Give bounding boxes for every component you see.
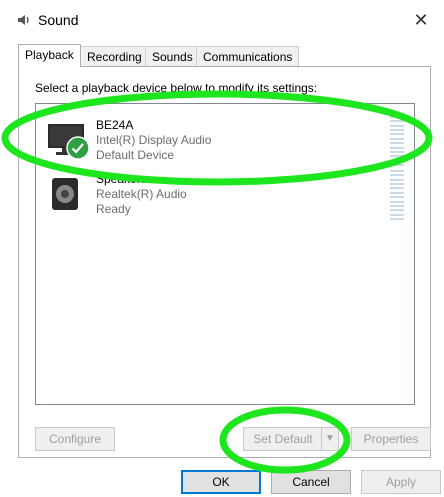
device-status: Default Device xyxy=(96,148,175,162)
tab-communications[interactable]: Communications xyxy=(196,46,300,67)
device-list[interactable]: BE24A Intel(R) Display Audio Default Dev… xyxy=(35,103,415,405)
properties-button[interactable]: Properties xyxy=(351,427,431,451)
chevron-down-icon[interactable]: ▼ xyxy=(321,428,338,450)
tab-playback[interactable]: Playback xyxy=(18,44,81,67)
cancel-button[interactable]: Cancel xyxy=(271,470,351,494)
list-item[interactable]: BE24A Intel(R) Display Audio Default Dev… xyxy=(36,114,414,168)
device-status: Ready xyxy=(96,202,131,216)
volume-meter xyxy=(390,116,404,166)
device-name: BE24A xyxy=(96,118,134,132)
device-name: Speakers xyxy=(96,172,147,186)
speaker-icon xyxy=(18,15,29,25)
set-default-label: Set Default xyxy=(253,432,313,446)
tab-recording[interactable]: Recording xyxy=(80,46,149,67)
device-driver: Realtek(R) Audio xyxy=(96,187,187,201)
window-title: Sound xyxy=(38,12,79,28)
cancel-label: Cancel xyxy=(292,475,330,489)
playback-panel: Select a playback device below to modify… xyxy=(18,66,431,458)
tab-sounds[interactable]: Sounds xyxy=(145,46,200,67)
ok-button[interactable]: OK xyxy=(181,470,261,494)
configure-label: Configure xyxy=(48,432,102,446)
speaker-icon xyxy=(52,178,78,210)
check-badge-icon xyxy=(66,136,90,160)
set-default-button[interactable]: Set Default ▼ xyxy=(243,427,339,451)
device-driver: Intel(R) Display Audio xyxy=(96,133,212,147)
list-item[interactable]: Speakers Realtek(R) Audio Ready xyxy=(36,168,414,222)
title-bar: Sound ✕ xyxy=(0,0,444,40)
close-button[interactable]: ✕ xyxy=(398,0,444,40)
instruction-text: Select a playback device below to modify… xyxy=(35,81,318,95)
volume-meter xyxy=(390,170,404,220)
device-text: BE24A Intel(R) Display Audio Default Dev… xyxy=(96,118,211,163)
apply-button[interactable]: Apply xyxy=(361,470,441,494)
apply-label: Apply xyxy=(385,475,417,489)
device-text: Speakers Realtek(R) Audio Ready xyxy=(96,172,187,217)
properties-label: Properties xyxy=(363,432,419,446)
ok-label: OK xyxy=(212,475,230,489)
close-icon: ✕ xyxy=(413,10,429,30)
configure-button[interactable]: Configure xyxy=(35,427,115,451)
